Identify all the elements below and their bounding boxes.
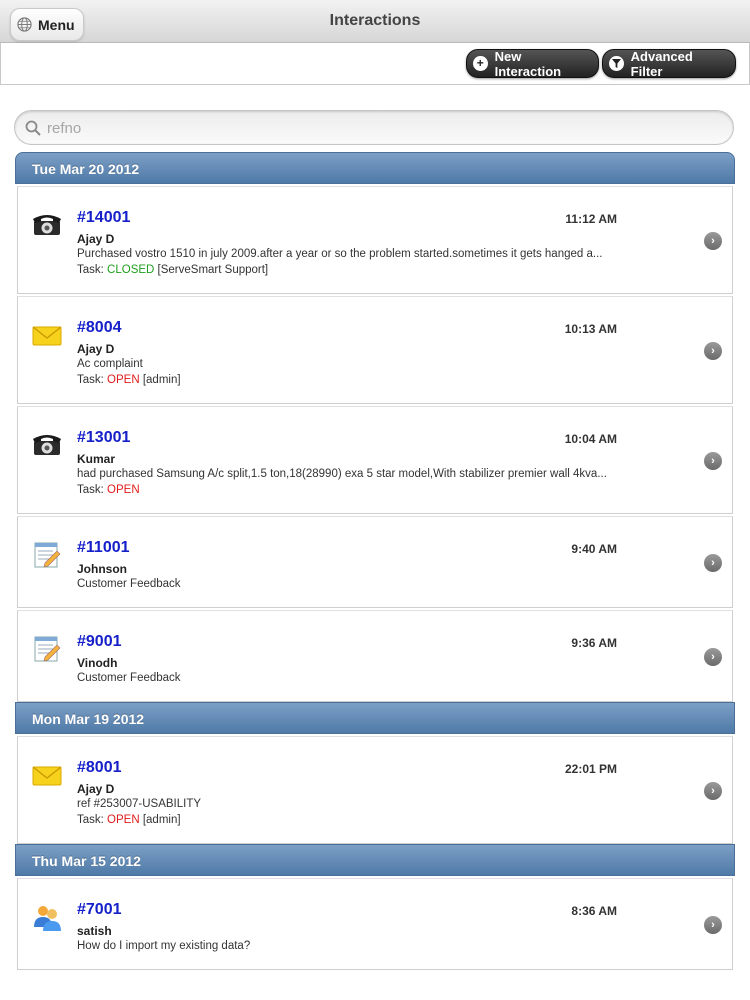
task-status-line: Task: OPEN [admin] xyxy=(77,374,181,386)
contact-name: Vinodh xyxy=(77,656,118,670)
page-title: Interactions xyxy=(329,12,421,29)
contact-name: Ajay D xyxy=(77,782,115,796)
interaction-row[interactable]: #8001 22:01 PM Ajay D ref #253007-USABILITY… xyxy=(17,736,733,844)
interaction-description: Customer Feedback xyxy=(77,672,181,684)
toolbar: + New Interaction Advanced Filter xyxy=(0,43,750,85)
interaction-ref: #9001 xyxy=(77,633,122,650)
advanced-filter-button[interactable]: Advanced Filter xyxy=(602,48,736,79)
interaction-time: 10:04 AM xyxy=(564,432,617,446)
search-bar xyxy=(14,110,734,145)
interaction-time: 11:12 AM xyxy=(565,212,617,226)
new-interaction-button[interactable]: + New Interaction xyxy=(466,48,599,79)
interaction-ref: #13001 xyxy=(77,429,131,446)
feedback-icon xyxy=(31,539,63,571)
filter-icon xyxy=(609,56,624,71)
interaction-row[interactable]: #8004 10:13 AM Ajay D Ac complaint Task: OPE… xyxy=(17,296,733,404)
interaction-time: 9:36 AM xyxy=(571,636,617,650)
assignee: [ServeSmart Support] xyxy=(157,264,269,276)
assignee: [admin] xyxy=(142,814,181,826)
assignee: [admin] xyxy=(142,374,181,386)
interaction-description: How do I import my existing data? xyxy=(77,940,251,952)
interaction-row[interactable]: #13001 10:04 AM Kumar had purchased Samsung… xyxy=(17,406,733,514)
advanced-filter-label: Advanced Filter xyxy=(630,48,693,79)
task-label: Task: xyxy=(77,484,104,496)
chevron-right-icon[interactable]: › xyxy=(704,232,722,250)
interaction-row[interactable]: #7001 8:36 AM satish How do I import my exi… xyxy=(17,878,733,970)
search-input[interactable] xyxy=(45,115,709,142)
interaction-row[interactable]: #11001 9:40 AM Johnson Customer Feedback › xyxy=(17,516,733,608)
interaction-description: had purchased Samsung A/c split,1.5 ton,… xyxy=(77,468,607,480)
status-badge: OPEN xyxy=(107,814,140,826)
interaction-time: 8:36 AM xyxy=(571,904,617,918)
phone-icon xyxy=(31,429,63,461)
new-interaction-label: New Interaction xyxy=(494,48,562,79)
interaction-ref: #8004 xyxy=(77,319,122,336)
contact-name: satish xyxy=(77,924,112,938)
task-label: Task: xyxy=(77,374,104,386)
chevron-right-icon[interactable]: › xyxy=(704,648,722,666)
top-bar: Menu Interactions xyxy=(0,0,750,43)
interaction-description: Purchased vostro 1510 in july 2009.after… xyxy=(77,248,603,260)
email-icon xyxy=(31,759,63,791)
interaction-description: ref #253007-USABILITY xyxy=(77,798,202,810)
chat-icon xyxy=(31,901,63,933)
status-badge: OPEN xyxy=(107,374,140,386)
task-status-line: Task: OPEN [admin] xyxy=(77,814,181,826)
interaction-ref: #14001 xyxy=(77,209,131,226)
task-label: Task: xyxy=(77,814,104,826)
task-status-line: Task: CLOSED [ServeSmart Support] xyxy=(77,264,268,276)
task-label: Task: xyxy=(77,264,104,276)
interaction-ref: #8001 xyxy=(77,759,122,776)
date-section-header: Tue Mar 20 2012 xyxy=(15,152,735,184)
interaction-description: Ac complaint xyxy=(77,358,143,370)
chevron-right-icon[interactable]: › xyxy=(704,554,722,572)
interaction-ref: #7001 xyxy=(77,901,122,918)
date-section-header: Thu Mar 15 2012 xyxy=(15,844,735,876)
chevron-right-icon[interactable]: › xyxy=(704,916,722,934)
task-status-line: Task: OPEN xyxy=(77,484,140,496)
date-section-header: Mon Mar 19 2012 xyxy=(15,702,735,734)
interaction-time: 9:40 AM xyxy=(571,542,617,556)
interaction-description: Customer Feedback xyxy=(77,578,181,590)
interaction-row[interactable]: #14001 11:12 AM Ajay D Purchased vostro 151… xyxy=(17,186,733,294)
contact-name: Johnson xyxy=(77,562,127,576)
email-icon xyxy=(31,319,63,351)
interaction-list: Tue Mar 20 2012 #14001 11:12 AM Ajay D Purc… xyxy=(15,152,735,970)
status-badge: CLOSED xyxy=(107,264,155,276)
interaction-time: 22:01 PM xyxy=(564,762,617,776)
interaction-row[interactable]: #9001 9:36 AM Vinodh Customer Feedback › xyxy=(17,610,733,702)
plus-icon: + xyxy=(473,56,488,71)
interaction-ref: #11001 xyxy=(77,539,130,556)
chevron-right-icon[interactable]: › xyxy=(704,342,722,360)
interaction-time: 10:13 AM xyxy=(564,322,617,336)
phone-icon xyxy=(31,209,63,241)
chevron-right-icon[interactable]: › xyxy=(704,452,722,470)
contact-name: Ajay D xyxy=(77,342,115,356)
contact-name: Kumar xyxy=(77,452,116,466)
search-icon xyxy=(25,120,41,136)
feedback-icon xyxy=(31,633,63,665)
status-badge: OPEN xyxy=(107,484,140,496)
chevron-right-icon[interactable]: › xyxy=(704,782,722,800)
contact-name: Ajay D xyxy=(77,232,115,246)
